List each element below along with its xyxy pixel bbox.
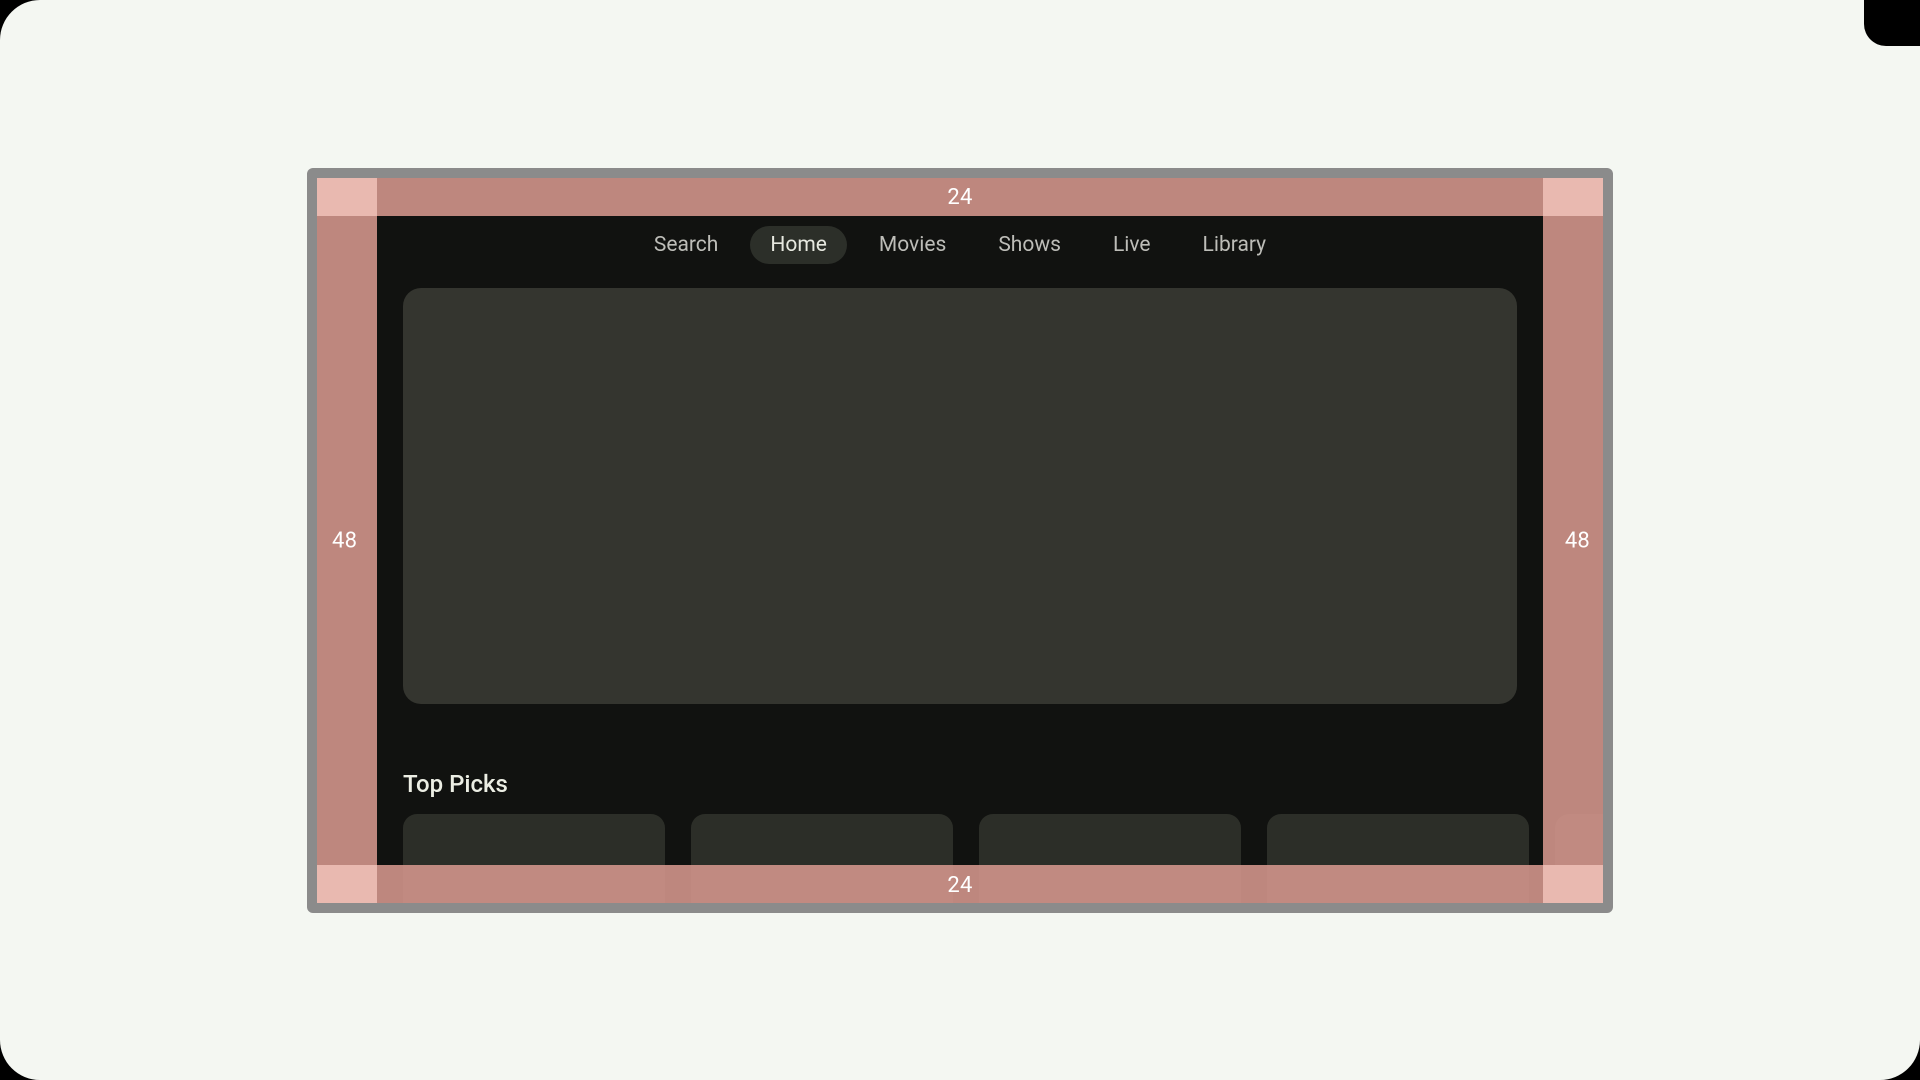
content-card[interactable] <box>979 814 1241 903</box>
nav-tab-home[interactable]: Home <box>750 226 847 264</box>
nav-tab-search[interactable]: Search <box>634 226 739 264</box>
top-nav: Search Home Movies Shows Live Library <box>317 226 1603 264</box>
nav-tab-library[interactable]: Library <box>1183 226 1287 264</box>
nav-tab-movies[interactable]: Movies <box>859 226 966 264</box>
tv-device-frame: Search Home Movies Shows Live Library To… <box>307 168 1613 913</box>
nav-tab-shows[interactable]: Shows <box>978 226 1081 264</box>
section-title-top-picks: Top Picks <box>403 770 508 798</box>
content-card[interactable] <box>1267 814 1529 903</box>
nav-tab-live[interactable]: Live <box>1093 226 1171 264</box>
hero-card[interactable] <box>403 288 1517 704</box>
tv-screen: Search Home Movies Shows Live Library To… <box>317 178 1603 903</box>
content-card[interactable] <box>1555 814 1603 903</box>
content-card[interactable] <box>691 814 953 903</box>
corner-notch <box>1864 0 1920 46</box>
content-card[interactable] <box>403 814 665 903</box>
top-picks-row <box>403 814 1603 903</box>
